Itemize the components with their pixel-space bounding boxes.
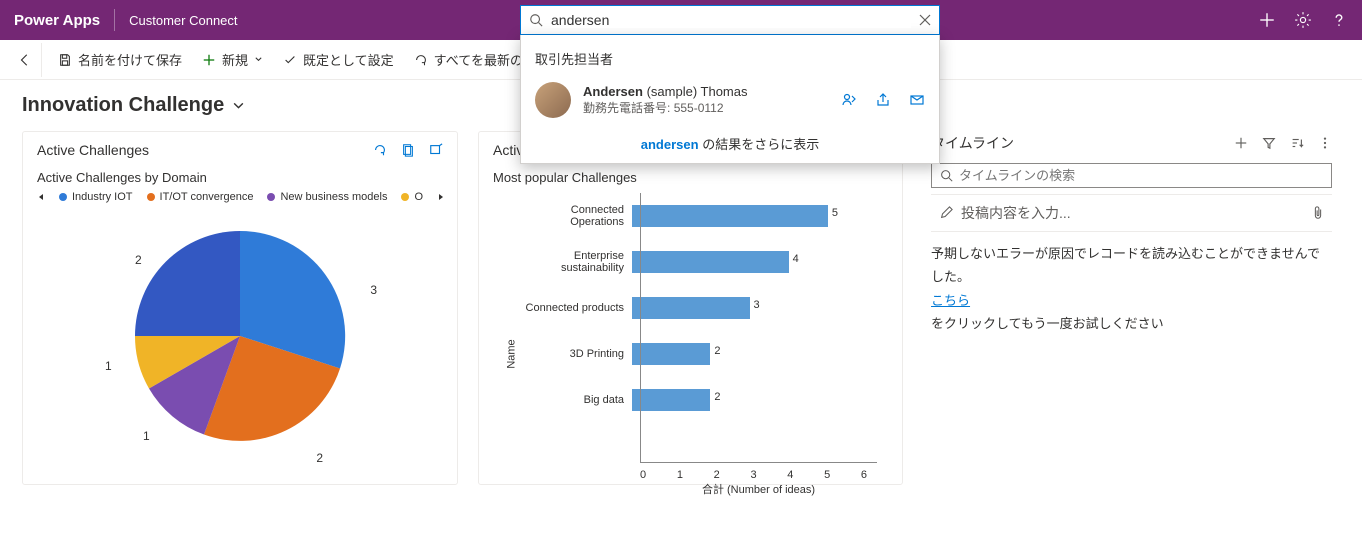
pie-value: 1 [143,429,150,443]
back-button[interactable] [8,43,42,77]
pie-value: 3 [370,283,377,297]
save-as-button[interactable]: 名前を付けて保存 [50,44,190,76]
card-title: Active Challenges [37,142,373,158]
legend-item[interactable]: O [401,191,423,203]
axis-tick: 0 [640,469,646,481]
legend-prev-icon[interactable] [37,193,45,201]
plus-icon [202,53,216,67]
timeline-post-input[interactable]: 投稿内容を入力... [931,194,1332,232]
retry-link[interactable]: こちら [931,293,970,308]
chart-subtitle: Most popular Challenges [493,170,888,185]
email-icon[interactable] [909,92,925,108]
bar-category: 3D Printing [517,348,632,360]
chart-subtitle: Active Challenges by Domain [37,170,443,185]
search-dropdown: 取引先担当者 Andersen (sample) Thomas 勤務先電話番号:… [520,35,940,164]
result-text: Andersen (sample) Thomas 勤務先電話番号: 555-01… [583,84,829,116]
assign-icon[interactable] [841,92,857,108]
app-title: Power Apps [14,12,100,29]
timeline-error: 予期しないエラーが原因でレコードを読み込むことができませんでした。 こちら をク… [923,242,1340,336]
new-button[interactable]: 新規 [194,44,271,76]
axis-tick: 2 [714,469,720,481]
axis-tick: 3 [750,469,756,481]
add-icon[interactable] [1234,136,1248,150]
sort-icon[interactable] [1290,136,1304,150]
more-icon[interactable] [1318,136,1332,150]
legend-item[interactable]: New business models [267,191,387,203]
search-icon [529,13,543,27]
records-icon[interactable] [401,143,415,157]
pie-value: 2 [135,253,142,267]
page-title: Innovation Challenge [22,94,224,117]
pie-legend: Industry IOT IT/OT convergence New busin… [37,191,443,203]
search-input[interactable] [551,12,911,28]
bar-category: Connected Operations [517,204,632,228]
clear-icon[interactable] [919,14,931,26]
timeline-search-input[interactable] [959,168,1323,183]
avatar [535,82,571,118]
timeline-search[interactable] [931,163,1332,188]
axis-tick: 4 [787,469,793,481]
check-icon [283,53,297,67]
refresh-all-button[interactable]: すべてを最新の [406,44,531,76]
search-box[interactable] [520,5,940,35]
divider [114,9,115,31]
pie-value: 1 [105,359,112,373]
search-show-more[interactable]: andersen の結果をさらに表示 [521,124,939,157]
search-icon [940,169,953,182]
expand-icon[interactable] [429,143,443,157]
chevron-down-icon [254,55,263,64]
pie-value: 2 [316,451,323,465]
help-icon[interactable] [1330,11,1348,29]
card-timeline: タイムライン 投稿内容を入力... 予期しないエラーが原因でレコードを読み込むこ… [923,131,1340,485]
axis-tick: 1 [677,469,683,481]
search-section-label: 取引先担当者 [521,45,939,76]
refresh-icon [414,53,428,67]
global-search: 取引先担当者 Andersen (sample) Thomas 勤務先電話番号:… [520,5,940,164]
legend-item[interactable]: Industry IOT [59,191,133,203]
y-axis-label: Name [506,339,518,368]
bar-chart: Name Connected Operations5Enterprise sus… [497,193,877,463]
bar-category: Big data [517,394,632,406]
set-default-button[interactable]: 既定として設定 [275,44,402,76]
axis-tick: 5 [824,469,830,481]
legend-item[interactable]: IT/OT convergence [147,191,254,203]
save-icon [58,53,72,67]
search-result-row[interactable]: Andersen (sample) Thomas 勤務先電話番号: 555-01… [521,76,939,124]
timeline-title: タイムライン [931,133,1234,153]
add-icon[interactable] [1258,11,1276,29]
edit-icon [939,206,953,220]
axis-tick: 6 [861,469,867,481]
attachment-icon[interactable] [1312,206,1324,220]
bar-category: Enterprise sustainability [517,250,632,274]
refresh-icon[interactable] [373,143,387,157]
pie-chart: 3 2 1 1 2 [115,211,365,461]
gear-icon[interactable] [1294,11,1312,29]
filter-icon[interactable] [1262,136,1276,150]
share-icon[interactable] [875,92,891,108]
card-active-challenges-pie: Active Challenges Active Challenges by D… [22,131,458,485]
bar-category: Connected products [517,302,632,314]
card-active-challenges-bar: Active Challenges Most popular Challenge… [478,131,903,485]
app-subtitle: Customer Connect [129,13,237,28]
x-axis-label: 合計 (Number of ideas) [640,481,877,497]
legend-next-icon[interactable] [437,193,445,201]
chevron-down-icon[interactable] [232,99,245,112]
